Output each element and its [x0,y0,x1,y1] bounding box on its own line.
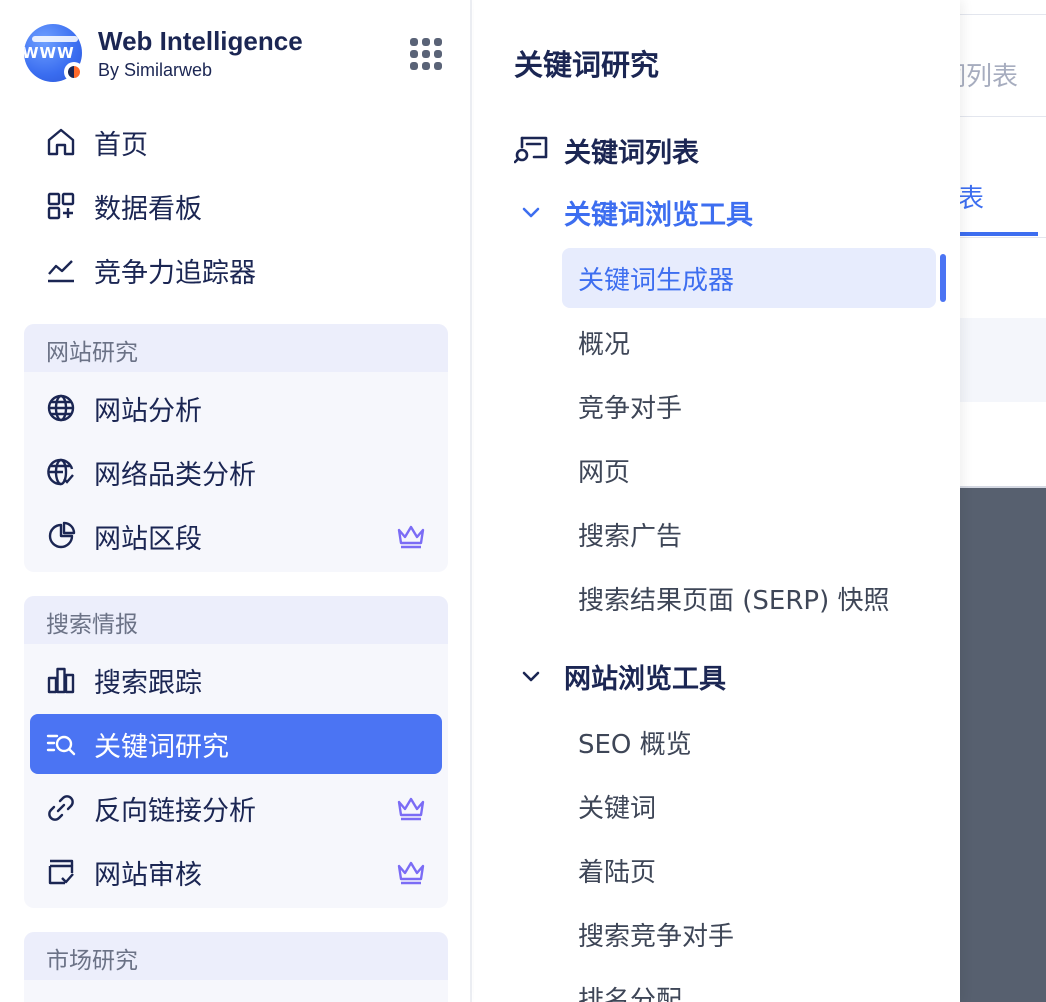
flyout-item-keywords[interactable]: 关键词 [562,776,936,836]
nav-label: 网站审核 [94,859,202,891]
divider [960,116,1046,117]
flyout-item-keyword-generator[interactable]: 关键词生成器 [562,248,936,308]
globe-icon [44,391,78,425]
trend-icon [44,253,78,287]
keyword-list-icon [514,133,548,167]
similarweb-badge-icon [64,62,84,82]
flyout-item-seo-overview[interactable]: SEO 概览 [562,712,936,772]
bg-tab-active[interactable]: 表 [960,178,984,215]
flyout-section-title: 网站浏览工具 [564,663,726,695]
nav-label: 网站区段 [94,523,202,555]
nav-label: 网站分析 [94,395,202,427]
globe-check-icon [44,455,78,489]
flyout-title: 关键词研究 [514,48,660,82]
background-page: 词列表 表 [960,0,1046,1002]
crown-icon [397,861,425,885]
sidebar: WWW Web Intelligence By Similarweb 首页 数据… [0,0,472,1002]
nav-item-dashboards[interactable]: 数据看板 [30,176,442,236]
home-icon [44,125,78,159]
flyout-item-pages[interactable]: 网页 [562,440,936,500]
flyout-item-landing-pages[interactable]: 着陆页 [562,840,936,900]
brand-header: WWW Web Intelligence By Similarweb [24,22,454,82]
nav-item-website-analysis[interactable]: 网站分析 [30,378,442,438]
flyout-item-competitors[interactable]: 竞争对手 [562,376,936,436]
apps-grid-icon[interactable] [408,36,444,72]
audit-icon [44,855,78,889]
selected-indicator [940,254,946,302]
product-title: Web Intelligence [98,26,303,56]
logo-text: WWW [24,44,75,62]
nav-label: 网络品类分析 [94,459,256,491]
nav-item-site-audit[interactable]: 网站审核 [30,842,442,902]
product-subtitle: By Similarweb [98,60,213,80]
chevron-down-icon [514,659,548,693]
nav-item-backlink-analysis[interactable]: 反向链接分析 [30,778,442,838]
nav-group-header: 搜索情报 [24,596,448,644]
flyout-item-rank-distribution[interactable]: 排名分配 [562,968,936,1002]
flyout-keyword-list[interactable]: 关键词列表 [514,130,699,170]
dashboard-icon [44,189,78,223]
keyword-research-flyout: 关键词研究 关键词列表 关键词浏览工具 关键词生成器 概况 竞争对手 网页 搜索… [474,0,960,1002]
nav-label: 首页 [94,129,148,161]
keyword-search-icon [44,727,78,761]
nav-item-competitive-tracker[interactable]: 竞争力追踪器 [30,240,442,300]
crown-icon [397,525,425,549]
flyout-section-title: 关键词浏览工具 [564,199,753,231]
bg-tab-keyword-list[interactable]: 词列表 [960,56,1018,93]
modal-overlay[interactable] [960,488,1046,1002]
nav-item-industry-analysis[interactable]: 网络品类分析 [30,442,442,502]
pie-chart-icon [44,519,78,553]
bg-table-row [960,318,1046,402]
link-icon [44,791,78,825]
divider [960,14,1046,15]
divider [960,237,1046,238]
flyout-item-search-ads[interactable]: 搜索广告 [562,504,936,564]
nav-item-home[interactable]: 首页 [30,112,442,172]
flyout-item-search-competitors[interactable]: 搜索竞争对手 [562,904,936,964]
crown-icon [397,797,425,821]
flyout-keyword-list-label: 关键词列表 [564,137,699,169]
nav-label: 反向链接分析 [94,795,256,827]
nav-group-header: 市场研究 [24,932,448,980]
tab-underline [960,232,1038,236]
nav-label: 搜索跟踪 [94,667,202,699]
flyout-item-overview[interactable]: 概况 [562,312,936,372]
bar-chart-icon [44,663,78,697]
flyout-section-website-tools[interactable]: 网站浏览工具 [514,656,726,696]
nav-label: 关键词研究 [94,731,229,763]
flyout-item-serp-snapshot[interactable]: 搜索结果页面 (SERP) 快照 [562,568,936,628]
nav-label: 数据看板 [94,193,202,225]
nav-label: 竞争力追踪器 [94,257,256,289]
chevron-down-icon [514,195,548,229]
nav-item-website-segments[interactable]: 网站区段 [30,506,442,566]
flyout-section-keyword-tools[interactable]: 关键词浏览工具 [514,192,753,232]
nav-item-keyword-research[interactable]: 关键词研究 [30,714,442,774]
nav-item-search-tracking[interactable]: 搜索跟踪 [30,650,442,710]
nav-group-header: 网站研究 [24,324,448,372]
